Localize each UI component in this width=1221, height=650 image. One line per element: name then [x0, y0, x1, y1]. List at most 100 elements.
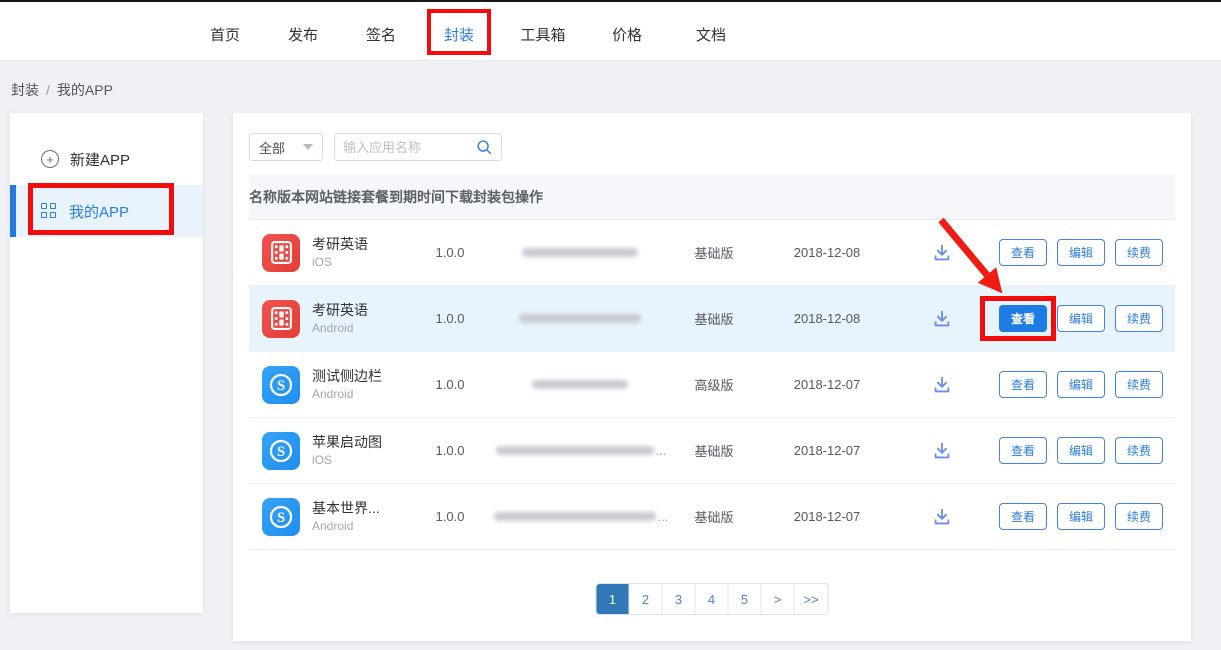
- table-header-row: 名称 版本 网站链接 套餐 到期时间 下载封装包 操作: [249, 174, 1175, 220]
- expiry-date: 2018-12-07: [794, 377, 861, 392]
- download-icon: [931, 506, 953, 528]
- search-box: [334, 133, 502, 161]
- edit-button[interactable]: 编辑: [1057, 437, 1105, 464]
- view-button[interactable]: 查看: [999, 305, 1047, 332]
- view-button[interactable]: 查看: [999, 503, 1047, 530]
- top-nav-item[interactable]: 首页: [210, 24, 240, 45]
- app-name: 考研英语: [312, 301, 368, 320]
- renew-button[interactable]: 续费: [1115, 305, 1163, 332]
- plan-badge: 高级版: [694, 375, 733, 394]
- app-version: 1.0.0: [436, 509, 465, 524]
- table-row: S 考研英语 iOS 1.0.0 基础版 2018-12-08 查看 编辑: [249, 220, 1175, 286]
- search-icon[interactable]: [475, 138, 493, 156]
- link-ellipsis: ...: [658, 509, 669, 524]
- download-package-button[interactable]: [931, 506, 953, 528]
- breadcrumb: 封装/我的APP: [11, 80, 113, 100]
- edit-button[interactable]: 编辑: [1057, 305, 1105, 332]
- expiry-date: 2018-12-07: [794, 509, 861, 524]
- svg-text:S: S: [277, 510, 285, 526]
- top-nav-item[interactable]: 签名: [366, 24, 396, 45]
- sidebar-item-my-app[interactable]: 我的APP: [10, 185, 203, 237]
- top-nav-item[interactable]: 价格: [612, 24, 642, 45]
- download-icon: [931, 242, 953, 264]
- website-link-redacted: [532, 380, 628, 389]
- website-link-redacted: [494, 512, 656, 521]
- pagination-page[interactable]: 5: [729, 584, 762, 614]
- view-button[interactable]: 查看: [999, 371, 1047, 398]
- download-package-button[interactable]: [931, 440, 953, 462]
- breadcrumb-section[interactable]: 封装: [11, 82, 39, 98]
- top-nav-item[interactable]: 发布: [288, 24, 318, 45]
- pagination-page[interactable]: >: [762, 584, 795, 614]
- plan-badge: 基础版: [694, 507, 733, 526]
- edit-button[interactable]: 编辑: [1057, 503, 1105, 530]
- app-table: 名称 版本 网站链接 套餐 到期时间 下载封装包 操作: [249, 174, 1175, 550]
- breadcrumb-separator: /: [46, 82, 50, 98]
- search-input[interactable]: [343, 140, 475, 155]
- top-nav-item[interactable]: 工具箱: [520, 24, 565, 45]
- grid-icon: [41, 203, 57, 219]
- renew-button[interactable]: 续费: [1115, 371, 1163, 398]
- s-circle-icon: S: [267, 437, 295, 465]
- table-row: S 基本世界... Android 1.0.0 ... 基础版 2018-12-…: [249, 484, 1175, 550]
- filter-dropdown[interactable]: 全部: [249, 133, 323, 161]
- app-name: 基本世界...: [312, 499, 380, 518]
- renew-button[interactable]: 续费: [1115, 239, 1163, 266]
- edit-button[interactable]: 编辑: [1057, 371, 1105, 398]
- pagination-page[interactable]: 2: [630, 584, 663, 614]
- app-name: 苹果启动图: [312, 433, 382, 452]
- app-icon: S: [262, 432, 300, 470]
- pagination-page[interactable]: 1: [597, 584, 630, 614]
- website-link-redacted: [496, 446, 654, 455]
- app-name: 考研英语: [312, 235, 368, 254]
- renew-button[interactable]: 续费: [1115, 503, 1163, 530]
- download-package-button[interactable]: [931, 242, 953, 264]
- app-icon: S: [262, 300, 300, 338]
- app-version: 1.0.0: [436, 311, 465, 326]
- table-body: S 考研英语 iOS 1.0.0 基础版 2018-12-08 查看 编辑: [249, 220, 1175, 550]
- app-platform: Android: [312, 320, 368, 336]
- app-version: 1.0.0: [436, 443, 465, 458]
- pagination-page[interactable]: 4: [696, 584, 729, 614]
- table-row: S 考研英语 Android 1.0.0 基础版 2018-12-08 查看 编…: [249, 286, 1175, 352]
- app-name: 测试侧边栏: [312, 367, 382, 386]
- app-platform: Android: [312, 386, 382, 402]
- table-row: S 苹果启动图 iOS 1.0.0 ... 基础版 2018-12-07 查看 …: [249, 418, 1175, 484]
- view-button[interactable]: 查看: [999, 437, 1047, 464]
- app-version: 1.0.0: [436, 377, 465, 392]
- website-link-redacted: [522, 248, 638, 257]
- pagination-page[interactable]: 3: [663, 584, 696, 614]
- plan-badge: 基础版: [694, 309, 733, 328]
- top-nav-item[interactable]: 封装: [444, 24, 474, 45]
- sidebar-item-new-app[interactable]: 新建APP: [10, 137, 203, 181]
- app-icon: S: [262, 366, 300, 404]
- table-column-header: 版本: [277, 187, 305, 207]
- expiry-date: 2018-12-08: [794, 311, 861, 326]
- filter-dropdown-value: 全部: [259, 138, 285, 157]
- app-platform: iOS: [312, 452, 382, 468]
- chevron-down-icon: [303, 144, 313, 150]
- svg-text:S: S: [277, 444, 285, 460]
- renew-button[interactable]: 续费: [1115, 437, 1163, 464]
- app-platform: iOS: [312, 254, 368, 270]
- plus-circle-icon: [41, 150, 59, 168]
- pagination-page[interactable]: >>: [795, 584, 828, 614]
- table-row: S 测试侧边栏 Android 1.0.0 高级版 2018-12-07 查看 …: [249, 352, 1175, 418]
- table-column-header: 到期时间: [389, 187, 445, 207]
- download-package-button[interactable]: [931, 308, 953, 330]
- new-app-label: 新建APP: [70, 149, 130, 170]
- plan-badge: 基础版: [694, 243, 733, 262]
- s-circle-icon: S: [267, 503, 295, 531]
- app-icon: S: [262, 234, 300, 272]
- app-platform: Android: [312, 518, 380, 534]
- svg-text:S: S: [277, 378, 285, 394]
- top-navigation-bar: 首页 发布 签名 封装 工具箱 价格 文档: [0, 0, 1221, 61]
- table-column-header: 下载封装包: [445, 187, 515, 207]
- expiry-date: 2018-12-07: [794, 443, 861, 458]
- download-package-button[interactable]: [931, 374, 953, 396]
- edit-button[interactable]: 编辑: [1057, 239, 1105, 266]
- top-nav-item[interactable]: 文档: [696, 24, 726, 45]
- link-ellipsis: ...: [656, 443, 667, 458]
- view-button[interactable]: 查看: [999, 239, 1047, 266]
- download-icon: [931, 374, 953, 396]
